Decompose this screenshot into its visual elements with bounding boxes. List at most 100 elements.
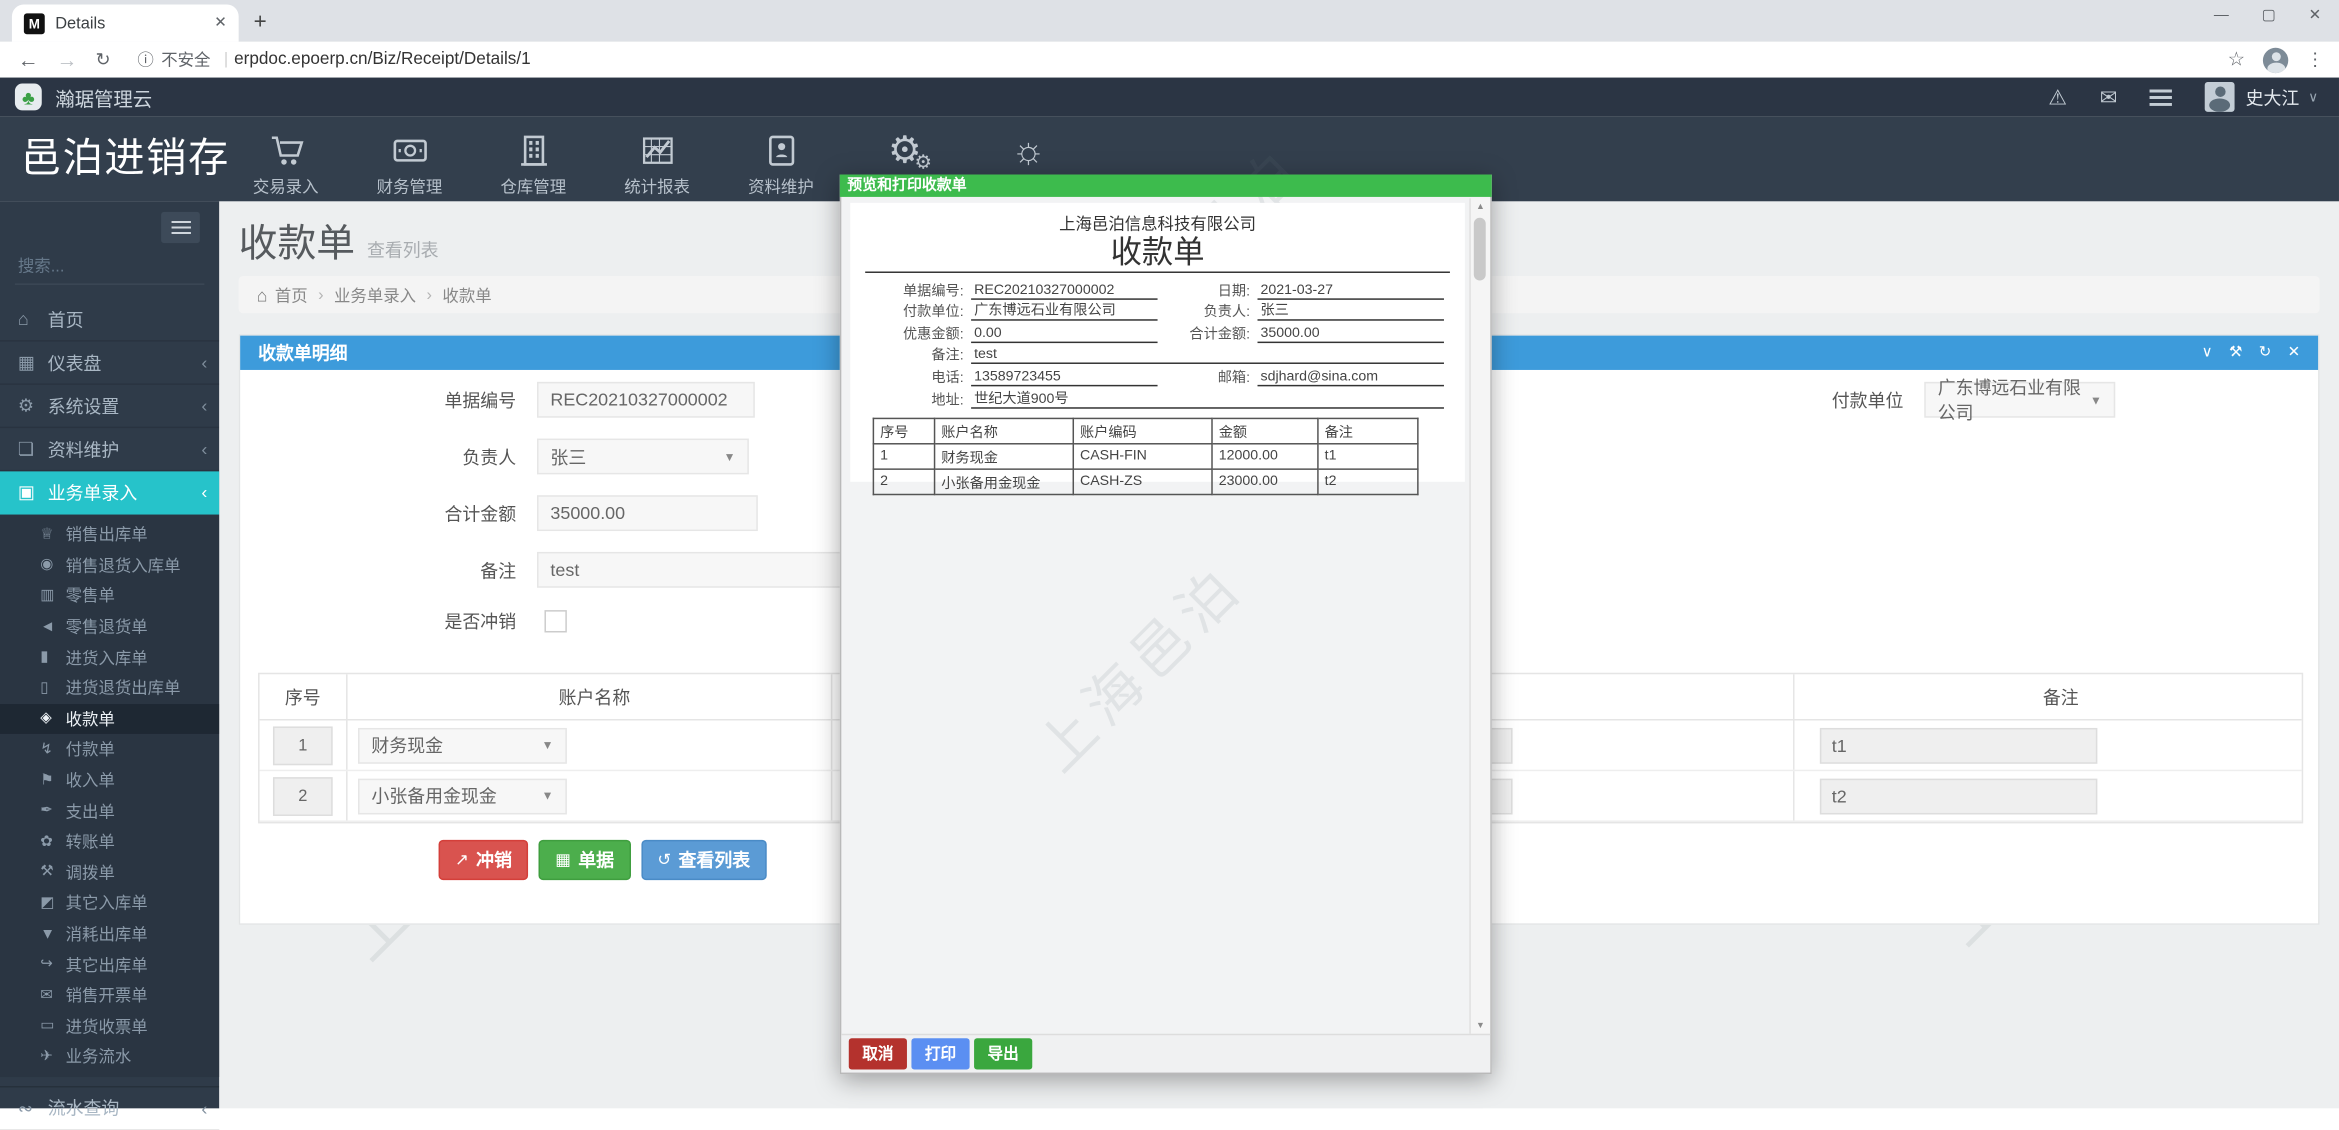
sidebar-item[interactable]: ∾ 流水查询 ‹ <box>0 1087 220 1130</box>
sidebar-subitem-label: 进货入库单 <box>65 649 148 668</box>
sidebar-subitem[interactable]: ◉ 销售退货入库单 <box>0 550 219 581</box>
sidebar-subitem[interactable]: ♕ 销售出库单 <box>0 519 219 550</box>
nav-item-reports[interactable]: 统计报表 <box>595 116 719 201</box>
search-input[interactable] <box>14 256 233 278</box>
product-brand: 邑泊进销存 <box>20 135 230 181</box>
sidebar-subitem-label: 进货退货出库单 <box>65 680 181 699</box>
sidebar-item[interactable]: ❏ 资料维护 ‹ <box>0 428 220 472</box>
browser-tab[interactable]: M Details ✕ <box>11 4 239 42</box>
sidebar-subitem[interactable]: ✉ 销售开票单 <box>0 980 219 1011</box>
scroll-up-icon[interactable]: ▲ <box>1471 198 1490 216</box>
reverse-button[interactable]: ↗ 冲销 <box>438 839 529 881</box>
back-icon[interactable]: ← <box>18 48 39 72</box>
panel-close-icon[interactable]: ✕ <box>2288 345 2301 361</box>
breadcrumb-section[interactable]: 业务单录入 <box>334 283 416 307</box>
sidebar-subitem[interactable]: ✈ 业务流水 <box>0 1041 219 1072</box>
receipt-doc-no: REC20210327000002 <box>971 281 1158 300</box>
document-button[interactable]: ▦ 单据 <box>538 839 631 881</box>
sidebar-subitem[interactable]: ↯ 付款单 <box>0 734 219 765</box>
sidebar-subitem[interactable]: ▭ 进货收票单 <box>0 1011 219 1042</box>
window-close-icon[interactable]: ✕ <box>2309 7 2322 23</box>
sidebar-subitem[interactable]: ◩ 其它入库单 <box>0 888 219 919</box>
user-avatar[interactable] <box>2205 82 2236 112</box>
reverse-checkbox[interactable] <box>544 610 567 633</box>
sidebar-subitem-icon: ↪ <box>40 956 53 973</box>
sidebar-subitem[interactable]: ◄ 零售退货单 <box>0 611 219 642</box>
sidebar-collapse-button[interactable] <box>161 211 200 244</box>
breadcrumb-home[interactable]: 首页 <box>275 283 308 307</box>
forward-icon[interactable]: → <box>57 48 78 72</box>
sidebar-item-icon: ⚙ <box>17 395 34 417</box>
receipt-note: test <box>971 347 1444 365</box>
row-note-input[interactable] <box>1819 727 2098 764</box>
tab-close-icon[interactable]: ✕ <box>214 15 227 31</box>
row-note-input[interactable] <box>1819 777 2098 814</box>
browser-profile-avatar[interactable] <box>2262 46 2289 73</box>
nav-item-transactions[interactable]: 交易录入 <box>224 116 348 201</box>
mail-icon[interactable]: ✉ <box>2100 84 2118 109</box>
payer-select[interactable]: 广东博远石业有限公司 ▼ <box>1924 377 2116 424</box>
export-button[interactable]: 导出 <box>974 1038 1033 1070</box>
row-seq-input[interactable] <box>272 725 333 765</box>
sidebar-item[interactable]: ▦ 仪表盘 ‹ <box>0 342 220 385</box>
header-account: 账户名称 <box>348 674 833 719</box>
sidebar-item[interactable]: ⚙ 系统设置 ‹ <box>0 385 220 429</box>
user-name[interactable]: 史大江 <box>2246 84 2300 109</box>
sidebar-search <box>14 251 236 285</box>
alert-triangle-icon[interactable]: ⚠ <box>2048 84 2067 109</box>
owner-select[interactable]: 张三 ▼ <box>537 438 749 475</box>
window-maximize-icon[interactable]: ▢ <box>2262 7 2276 23</box>
receipt-date: 2021-03-27 <box>1257 281 1444 300</box>
view-list-button[interactable]: ↺ 查看列表 <box>640 839 767 881</box>
security-label: 不安全 <box>161 52 211 71</box>
cart-icon <box>266 129 305 171</box>
server-list-icon[interactable] <box>2150 88 2173 106</box>
row-account-select[interactable]: 小张备用金现金 ▼ <box>358 777 567 814</box>
scroll-down-icon[interactable]: ▼ <box>1471 1017 1490 1035</box>
print-button[interactable]: 打印 <box>911 1038 970 1070</box>
scrollbar-thumb[interactable] <box>1473 217 1486 281</box>
nav-item-data-maintenance[interactable]: 资料维护 <box>719 116 843 201</box>
row-seq-input[interactable] <box>272 776 333 816</box>
receipt-discount-label: 优惠金额: <box>903 326 964 343</box>
site-security[interactable]: ⓘ 不安全 | <box>137 48 234 72</box>
bookmark-star-icon[interactable]: ☆ <box>2228 48 2245 72</box>
receipt-email-label: 邮箱: <box>1217 369 1251 387</box>
modal-scrollbar[interactable]: ▲ ▼ <box>1469 198 1491 1036</box>
new-tab-button[interactable]: + <box>254 9 267 34</box>
sidebar-subitem[interactable]: ▼ 消耗出库单 <box>0 918 219 949</box>
chevron-down-icon[interactable]: ∨ <box>2308 89 2318 105</box>
nav-item-finance[interactable]: 财务管理 <box>348 116 472 201</box>
reload-icon[interactable]: ↻ <box>95 49 110 70</box>
panel-collapse-icon[interactable]: ∨ <box>2202 345 2213 361</box>
sidebar-sub-list: ♕ 销售出库单 ◉ 销售退货入库单 ▥ 零售单 ◄ 零售退货单 ▮ 进货入库单 <box>0 514 220 1077</box>
sidebar-subitem[interactable]: ◈ 收款单 <box>0 703 220 735</box>
sidebar-subitem-icon: ✿ <box>40 833 53 850</box>
sidebar-subitem[interactable]: ↪ 其它出库单 <box>0 949 219 980</box>
app-logo-icon[interactable]: ♣ <box>14 83 42 111</box>
sidebar-subitem[interactable]: ▮ 进货入库单 <box>0 642 219 673</box>
doc-no-input[interactable] <box>537 381 755 418</box>
sidebar-item[interactable]: ▣ 业务单录入 ‹ <box>0 471 220 515</box>
sidebar-subitem[interactable]: ▥ 零售单 <box>0 581 219 612</box>
sidebar-subitem-icon: ✉ <box>40 987 53 1004</box>
sidebar-subitem[interactable]: ✿ 转账单 <box>0 826 219 857</box>
window-minimize-icon[interactable]: — <box>2214 7 2229 23</box>
wrench-icon[interactable]: ⚒ <box>2229 345 2242 361</box>
sidebar-subitem[interactable]: ⚑ 收入单 <box>0 765 219 796</box>
cancel-button[interactable]: 取消 <box>848 1038 907 1070</box>
row-account-select[interactable]: 财务现金 ▼ <box>358 727 567 764</box>
receipt-total: 35000.00 <box>1257 325 1444 343</box>
sidebar-subitem[interactable]: ✒ 支出单 <box>0 796 219 827</box>
nav-item-warehouse[interactable]: 仓库管理 <box>471 116 595 201</box>
total-input[interactable] <box>537 495 758 532</box>
app-brand: 瀚琚管理云 <box>55 87 153 110</box>
sidebar-subitem-icon: ♕ <box>40 526 54 543</box>
sidebar-item[interactable]: ⌂ 首页 ‹ <box>0 298 220 342</box>
browser-menu-icon[interactable]: ⋮ <box>2306 49 2324 70</box>
sidebar-subitem[interactable]: ▯ 进货退货出库单 <box>0 673 219 704</box>
modal-titlebar[interactable]: 预览和打印收款单 <box>839 174 1492 197</box>
url-text[interactable]: erpdoc.epoerp.cn/Biz/Receipt/Details/1 <box>234 51 531 69</box>
sidebar-subitem[interactable]: ⚒ 调拨单 <box>0 857 219 888</box>
refresh-icon[interactable]: ↻ <box>2259 345 2272 361</box>
